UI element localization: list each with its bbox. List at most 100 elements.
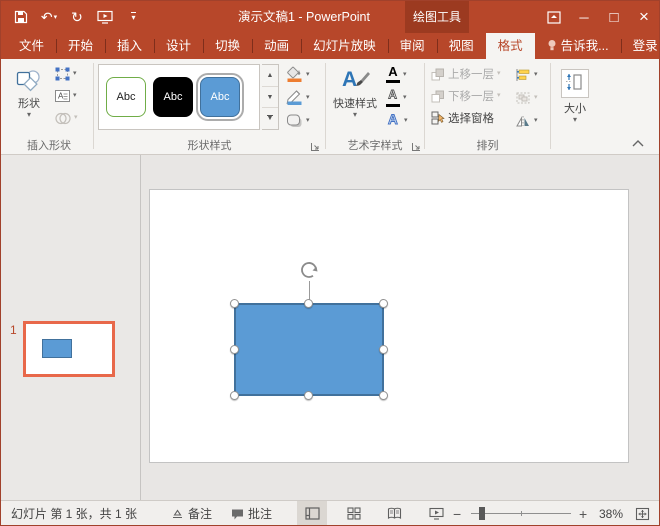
zoom-out-button[interactable]: −	[453, 501, 461, 526]
chevron-down-icon: ▾	[403, 94, 407, 102]
tab-review[interactable]: 审阅	[388, 33, 437, 59]
edit-shape-button[interactable]: ▾	[53, 63, 80, 85]
notes-button[interactable]: 备注	[171, 501, 212, 526]
shape-style-swatch-green-outline[interactable]: Abc	[106, 77, 146, 117]
redo-icon: ↻	[71, 9, 83, 26]
resize-handle-bottom-right[interactable]	[379, 391, 388, 400]
group-objects-button[interactable]: ▾	[513, 86, 547, 109]
tab-slideshow[interactable]: 幻灯片放映	[301, 33, 388, 59]
chevron-down-icon: ▾	[353, 111, 357, 119]
rotate-button[interactable]: ▾	[513, 109, 547, 132]
comments-button[interactable]: 批注	[231, 501, 272, 526]
shape-styles-dialog-launcher-icon[interactable]	[310, 141, 321, 152]
gallery-more-button[interactable]: ▼	[262, 108, 278, 129]
resize-handle-middle-right[interactable]	[379, 345, 388, 354]
collapse-ribbon-icon[interactable]	[631, 139, 645, 148]
resize-handle-top-right[interactable]	[379, 299, 388, 308]
size-button[interactable]: 大小 ▾	[553, 63, 597, 135]
title-bar: ↶▾ ↻ ▾ 演示文稿1 - PowerPoint 绘图工具 ─ □ ×	[1, 1, 659, 33]
zoom-in-button[interactable]: +	[579, 501, 587, 526]
chevron-down-icon: ▾	[306, 71, 310, 79]
selection-pane-icon	[431, 111, 445, 125]
tab-format-active[interactable]: 格式	[486, 33, 535, 59]
contextual-tab-group-drawing-tools[interactable]: 绘图工具	[405, 1, 469, 33]
reading-view-button[interactable]	[379, 501, 409, 526]
rotation-handle-icon[interactable]	[298, 259, 320, 281]
tab-file[interactable]: 文件	[7, 33, 56, 59]
slide-number: 1	[10, 323, 17, 337]
shape-fill-button[interactable]: ▾	[284, 63, 322, 86]
zoom-slider-handle[interactable]	[479, 507, 485, 520]
close-button[interactable]: ×	[629, 1, 659, 33]
sign-in-button[interactable]: 登录	[621, 33, 660, 59]
rotate-icon	[515, 114, 531, 128]
resize-handle-top-left[interactable]	[230, 299, 239, 308]
tab-design[interactable]: 设计	[154, 33, 203, 59]
shape-style-swatch-blue-selected[interactable]: Abc	[200, 77, 240, 117]
text-outline-button[interactable]: A ▾	[384, 86, 420, 109]
quick-styles-button[interactable]: A 快速样式 ▾	[330, 63, 380, 135]
resize-handle-middle-left[interactable]	[230, 345, 239, 354]
undo-icon: ↶	[41, 9, 53, 26]
text-effects-button[interactable]: A ▾	[384, 109, 420, 132]
start-slideshow-button[interactable]	[93, 5, 117, 29]
tab-insert[interactable]: 插入	[105, 33, 154, 59]
tab-transitions[interactable]: 切换	[203, 33, 252, 59]
chevron-down-icon: ▾	[306, 117, 310, 125]
wordart-buttons: A ▾ A ▾ A ▾	[384, 63, 420, 132]
slide-1-thumbnail[interactable]	[23, 321, 115, 377]
resize-handle-top-center[interactable]	[304, 299, 313, 308]
chevron-down-icon: ▾	[404, 117, 408, 125]
shapes-button[interactable]: 形状 ▾	[7, 63, 51, 135]
close-icon: ×	[639, 7, 649, 27]
slide-sorter-view-button[interactable]	[339, 501, 369, 526]
ribbon-display-options-button[interactable]	[539, 1, 569, 33]
save-icon	[14, 10, 28, 24]
tab-animations[interactable]: 动画	[252, 33, 301, 59]
normal-view-button[interactable]	[297, 501, 327, 526]
chevron-down-icon: ▾	[497, 92, 501, 100]
send-backward-button[interactable]: 下移一层 ▾	[429, 85, 503, 107]
save-button[interactable]	[9, 5, 33, 29]
window-controls: ─ □ ×	[539, 1, 659, 33]
tab-view[interactable]: 视图	[437, 33, 486, 59]
slide-canvas[interactable]	[149, 189, 629, 463]
undo-button[interactable]: ↶▾	[37, 5, 61, 29]
merge-shapes-icon	[55, 112, 71, 125]
merge-shapes-button[interactable]: ▾	[53, 107, 80, 129]
zoom-slider[interactable]	[471, 513, 571, 514]
gallery-scroll-up-button[interactable]: ▲	[262, 65, 278, 87]
maximize-button[interactable]: □	[599, 1, 629, 33]
group-label-wordart-styles: 艺术字样式	[328, 137, 422, 153]
shape-effects-button[interactable]: ▾	[284, 109, 322, 132]
bring-forward-button[interactable]: 上移一层 ▾	[429, 63, 503, 85]
selection-pane-button[interactable]: 选择窗格	[429, 107, 503, 129]
slide-indicator[interactable]: 幻灯片 第 1 张，共 1 张	[11, 501, 137, 526]
text-box-icon: A	[55, 89, 70, 103]
resize-handle-bottom-left[interactable]	[230, 391, 239, 400]
tell-me-box[interactable]: 告诉我...	[535, 33, 621, 59]
text-box-button[interactable]: A ▾	[53, 85, 80, 107]
gallery-scroll-down-button[interactable]: ▼	[262, 87, 278, 109]
minimize-button[interactable]: ─	[569, 1, 599, 33]
tell-me-label: 告诉我...	[561, 39, 609, 53]
customize-qat-button[interactable]: ▾	[121, 5, 145, 29]
bring-forward-icon	[431, 68, 445, 81]
chevron-down-icon: ▾	[27, 111, 31, 119]
tab-home[interactable]: 开始	[56, 33, 105, 59]
shape-style-swatch-black[interactable]: Abc	[153, 77, 193, 117]
wordart-styles-dialog-launcher-icon[interactable]	[411, 141, 422, 152]
align-button[interactable]: ▾	[513, 63, 547, 86]
slideshow-view-button[interactable]	[421, 501, 451, 526]
resize-handle-bottom-center[interactable]	[304, 391, 313, 400]
chevron-down-icon: ▾	[534, 71, 538, 79]
redo-button[interactable]: ↻	[65, 5, 89, 29]
selected-rectangle-shape[interactable]	[234, 303, 384, 396]
arrange-icon-buttons: ▾ ▾ ▾	[513, 63, 547, 132]
text-fill-icon: A	[386, 66, 400, 83]
text-fill-button[interactable]: A ▾	[384, 63, 420, 86]
powerpoint-window: ↶▾ ↻ ▾ 演示文稿1 - PowerPoint 绘图工具 ─ □ × 文件 …	[0, 0, 660, 526]
fit-slide-to-window-button[interactable]	[635, 501, 650, 526]
shape-outline-button[interactable]: ▾	[284, 86, 322, 109]
zoom-level[interactable]: 38%	[599, 501, 623, 526]
